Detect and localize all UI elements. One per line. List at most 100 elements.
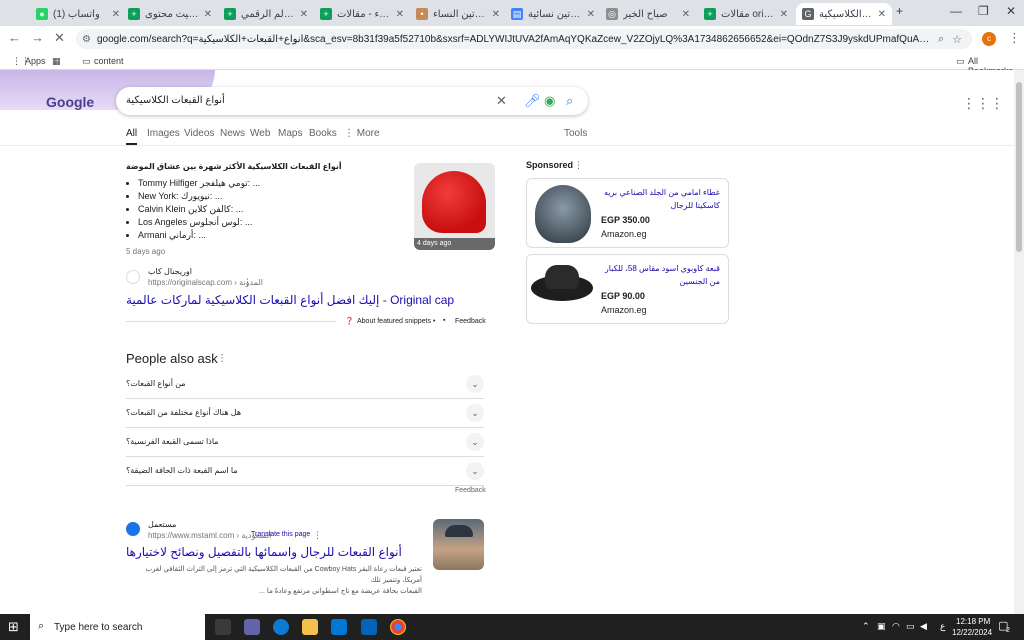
translate-link[interactable]: Translate this page xyxy=(251,531,310,538)
paa-question[interactable]: هل هناك أنواع مختلفة من القبعات؟ ⌄ xyxy=(126,399,484,428)
profile-avatar[interactable]: c xyxy=(982,32,996,46)
address-bar[interactable]: ⚙ google.com/search?q=أنواع+القبعات+الكل… xyxy=(76,29,972,49)
tray-chevron-icon[interactable]: ⌃ xyxy=(862,621,870,632)
tab-title[interactable]: (1) واتساب xyxy=(53,9,108,20)
result-link[interactable]: أنواع القبعات للرجال واسمائها بالتفصيل و… xyxy=(126,545,402,559)
ad-title[interactable]: قبعة كاوبوي اسود مقاس 58، للكبار من الجن… xyxy=(600,262,720,288)
google-logo[interactable]: Google xyxy=(46,94,94,110)
edge-icon[interactable] xyxy=(273,619,289,635)
result-link[interactable]: إليك افضل أنواع القبعات الكلاسيكية لمارك… xyxy=(126,293,454,307)
ad-card[interactable]: غطاء امامي من الجلد الصناعي بريه كاسكيتا… xyxy=(526,178,729,248)
scrollbar-thumb[interactable] xyxy=(1016,82,1022,252)
tab-close-icon[interactable]: ✕ xyxy=(587,9,595,20)
file-explorer-icon[interactable] xyxy=(302,619,318,635)
browser-tab[interactable]: • فساتين النساء ✕ xyxy=(410,3,506,25)
tab-close-icon[interactable]: ✕ xyxy=(780,9,788,20)
site-info-icon[interactable]: ⚙ xyxy=(82,34,91,45)
paa-question[interactable]: من أنواع القبعات؟ ⌄ xyxy=(126,370,484,399)
search-icon[interactable]: ⌕ xyxy=(566,93,573,109)
page-scrollbar[interactable] xyxy=(1014,70,1024,614)
windows-start-icon[interactable]: ⊞ xyxy=(8,619,19,635)
outlook-icon[interactable] xyxy=(361,619,377,635)
clear-search-icon[interactable]: ✕ xyxy=(496,93,507,109)
site-name[interactable]: اوريجنال كاب xyxy=(148,267,192,276)
tab-title[interactable]: تفصيل فساتين نسائية xyxy=(528,9,583,20)
new-tab-button[interactable]: + xyxy=(896,4,903,18)
bookmark-star-icon[interactable]: ☆ xyxy=(952,33,962,46)
filter-maps[interactable]: Maps xyxy=(278,128,302,139)
more-options-icon[interactable]: ⋮ xyxy=(313,530,322,541)
site-name[interactable]: مستعمل xyxy=(148,520,176,529)
tab-title[interactable]: مقالات original xyxy=(721,9,776,20)
back-icon[interactable]: ← xyxy=(8,30,21,45)
paa-feedback[interactable]: Feedback xyxy=(455,487,486,494)
browser-tab[interactable]: ◎ صباح الخير ✕ xyxy=(600,3,696,25)
chevron-down-icon[interactable]: ⌄ xyxy=(466,433,484,451)
more-options-icon[interactable]: ⋮ xyxy=(243,277,252,288)
browser-tab[interactable]: + عمار- شيت محتوى ✕ xyxy=(122,3,218,25)
store-icon[interactable] xyxy=(331,619,347,635)
filter-images[interactable]: Images xyxy=(147,128,180,139)
tab-title[interactable]: أنواع القبعات الكلاسيكية xyxy=(819,9,874,20)
filter-web[interactable]: Web xyxy=(250,128,270,139)
paa-options-icon[interactable]: ⋮ xyxy=(217,353,227,364)
chevron-down-icon[interactable]: ⌄ xyxy=(466,404,484,422)
filter-news[interactable]: News xyxy=(220,128,245,139)
forward-icon[interactable]: → xyxy=(31,30,44,45)
tab-close-icon[interactable]: ✕ xyxy=(112,9,120,20)
paa-question-text[interactable]: هل هناك أنواع مختلفة من القبعات؟ xyxy=(126,408,241,417)
tray-battery-icon[interactable]: ▭ xyxy=(906,621,915,632)
tab-title[interactable]: مقالات نساء - مقالات xyxy=(337,9,392,20)
paa-question[interactable]: ما اسم القبعة ذات الحافة الضيقة؟ ⌄ xyxy=(126,457,484,486)
chevron-down-icon[interactable]: ⌄ xyxy=(466,375,484,393)
browser-tab[interactable]: G أنواع القبعات الكلاسيكية ✕ xyxy=(796,3,892,25)
bookmark-content[interactable]: content xyxy=(94,56,124,66)
chrome-icon[interactable] xyxy=(390,619,406,635)
tab-close-icon[interactable]: ✕ xyxy=(878,9,886,20)
tray-wifi-icon[interactable]: ◠ xyxy=(892,621,900,632)
paa-question-text[interactable]: من أنواع القبعات؟ xyxy=(126,379,186,388)
lens-icon[interactable]: ◉ xyxy=(544,93,555,109)
tray-language[interactable]: ع xyxy=(940,621,945,632)
tray-date[interactable]: 12/22/2024 xyxy=(952,628,992,637)
menu-icon[interactable]: ⋮ xyxy=(1008,30,1021,46)
feedback-link[interactable]: Feedback xyxy=(455,318,486,325)
tab-title[interactable]: صباح الخير xyxy=(623,9,678,20)
taskbar-search[interactable]: ⌕ Type here to search xyxy=(30,614,205,640)
zoom-icon[interactable]: ⌕ xyxy=(938,33,944,46)
tools-button[interactable]: Tools xyxy=(564,128,587,139)
tab-groups-icon[interactable]: ▦ xyxy=(52,56,61,67)
tab-close-icon[interactable]: ✕ xyxy=(204,9,212,20)
ad-title[interactable]: غطاء امامي من الجلد الصناعي بريه كاسكيتا… xyxy=(600,186,720,212)
paa-question-text[interactable]: ماذا تسمى القبعة الفرنسية؟ xyxy=(126,437,219,446)
browser-tab[interactable]: ● (1) واتساب ✕ xyxy=(30,3,126,25)
minimize-icon[interactable]: — xyxy=(950,4,962,18)
ad-card[interactable]: قبعة كاوبوي اسود مقاس 58، للكبار من الجن… xyxy=(526,254,729,324)
copilot-icon[interactable] xyxy=(244,619,260,635)
paa-question[interactable]: ماذا تسمى القبعة الفرنسية؟ ⌄ xyxy=(126,428,484,457)
tab-close-icon[interactable]: ✕ xyxy=(682,9,690,20)
search-input[interactable]: أنواع القبعات الكلاسيكية ✕ 🎤︎ ◉ ⌕ xyxy=(116,87,588,115)
browser-tab[interactable]: + مقالات العالم الرقمي ✕ xyxy=(218,3,314,25)
tab-title[interactable]: مقالات العالم الرقمي xyxy=(241,9,296,20)
snippet-image[interactable]: 4 days ago xyxy=(414,163,495,250)
tab-close-icon[interactable]: ✕ xyxy=(300,9,308,20)
close-window-icon[interactable]: ✕ xyxy=(1006,4,1016,18)
filter-more[interactable]: ⋮ More xyxy=(344,128,380,139)
result-thumbnail[interactable] xyxy=(433,519,484,570)
about-snippets-link[interactable]: About featured snippets xyxy=(357,318,431,325)
bookmark-apps[interactable]: Apps xyxy=(25,56,46,66)
browser-tab[interactable]: ▤ تفصيل فساتين نسائية ✕ xyxy=(505,3,601,25)
tray-network-icon[interactable]: ▣ xyxy=(877,621,886,632)
browser-tab[interactable]: + مقالات original ✕ xyxy=(698,3,794,25)
browser-tab[interactable]: + مقالات نساء - مقالات ✕ xyxy=(314,3,410,25)
filter-videos[interactable]: Videos xyxy=(184,128,214,139)
maximize-icon[interactable]: ❐ xyxy=(978,4,989,18)
voice-search-icon[interactable]: 🎤︎ xyxy=(524,93,541,109)
tray-time[interactable]: 12:18 PM xyxy=(956,617,990,626)
tab-title[interactable]: فساتين النساء xyxy=(433,9,488,20)
url-text[interactable]: google.com/search?q=أنواع+القبعات+الكلاس… xyxy=(97,34,932,45)
tab-title[interactable]: عمار- شيت محتوى xyxy=(145,9,200,20)
tray-volume-icon[interactable]: ◀ xyxy=(920,621,927,632)
sponsored-options-icon[interactable]: ⋮ xyxy=(574,160,583,171)
